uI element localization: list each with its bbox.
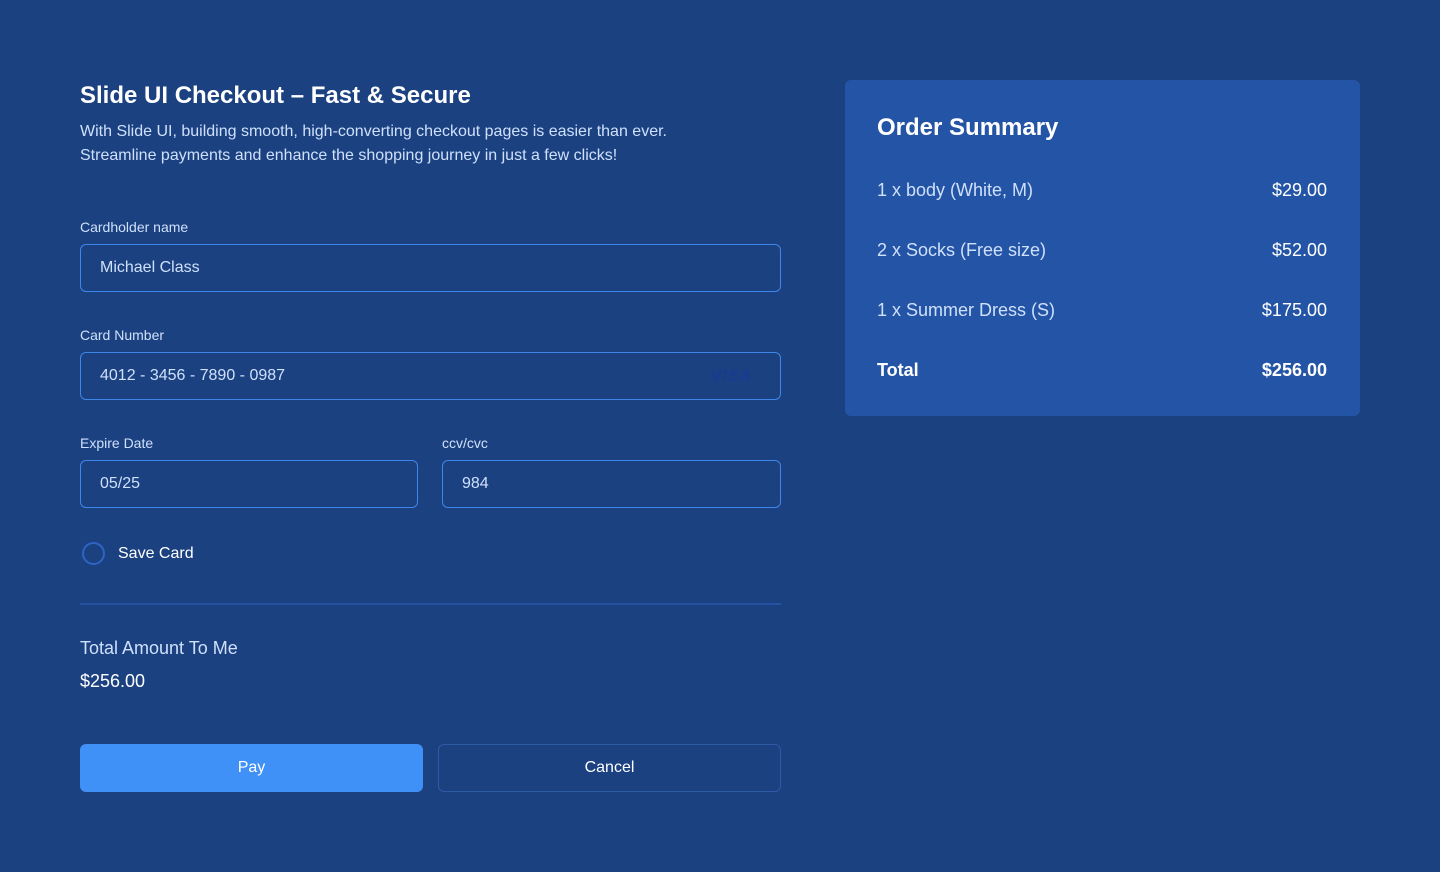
cardholder-input[interactable]: Michael Class: [80, 244, 781, 292]
page-title: Slide UI Checkout – Fast & Secure: [80, 82, 471, 109]
cardholder-field-group: Cardholder name Michael Class: [80, 218, 781, 292]
total-amount-label: Total Amount To Me: [80, 638, 238, 658]
expire-label: Expire Date: [80, 435, 154, 451]
order-total-value: $256.00: [1261, 360, 1327, 380]
visa-icon: VISA: [710, 367, 752, 385]
card-number-input[interactable]: 4012 - 3456 - 7890 - 0987 VISA: [80, 352, 781, 400]
order-item-name: 1 x Summer Dress (S): [877, 300, 1056, 320]
expire-field-group: Expire Date 05/25: [80, 434, 418, 508]
order-item-price: $52.00: [1271, 240, 1327, 260]
order-total-row: Total $256.00: [877, 358, 1327, 382]
card-number-field-group: Card Number 4012 - 3456 - 7890 - 0987 VI…: [80, 326, 781, 400]
order-item-price: $175.00: [1261, 300, 1327, 320]
cardholder-value: Michael Class: [100, 259, 200, 276]
cvc-value: 984: [462, 475, 489, 492]
save-card-toggle[interactable]: Save Card: [82, 542, 194, 565]
subtitle-line-1: With Slide UI, building smooth, high-con…: [80, 123, 667, 140]
total-amount-value: $256.00: [80, 671, 146, 691]
order-total-label: Total: [877, 360, 919, 380]
order-item-name: 1 x body (White, M): [877, 180, 1034, 200]
order-item-price: $29.00: [1271, 180, 1327, 200]
cancel-button[interactable]: Cancel: [438, 744, 781, 792]
order-summary-title: Order Summary: [877, 114, 1059, 141]
expire-date-input[interactable]: 05/25: [80, 460, 418, 508]
card-number-label: Card Number: [80, 327, 165, 343]
order-item: 1 x body (White, M) $29.00: [877, 178, 1327, 202]
order-item: 2 x Socks (Free size) $52.00: [877, 238, 1327, 262]
cvc-input[interactable]: 984: [442, 460, 781, 508]
pay-button[interactable]: Pay: [80, 744, 423, 792]
cvc-field-group: ccv/cvc 984: [442, 434, 781, 508]
page-subtitle: With Slide UI, building smooth, high-con…: [80, 120, 781, 168]
divider: [80, 603, 781, 605]
expire-value: 05/25: [100, 475, 141, 492]
checkout-form: Slide UI Checkout – Fast & Secure With S…: [80, 80, 781, 792]
save-card-label: Save Card: [118, 544, 194, 562]
subtitle-line-2: Streamline payments and enhance the shop…: [80, 147, 618, 164]
order-item-name: 2 x Socks (Free size): [877, 240, 1047, 260]
cardholder-label: Cardholder name: [80, 219, 189, 235]
order-item: 1 x Summer Dress (S) $175.00: [877, 298, 1327, 322]
save-card-radio[interactable]: [82, 542, 105, 565]
card-number-value: 4012 - 3456 - 7890 - 0987: [100, 367, 286, 384]
order-summary-panel: Order Summary 1 x body (White, M) $29.00…: [845, 80, 1360, 416]
cvc-label: ccv/cvc: [442, 435, 488, 451]
